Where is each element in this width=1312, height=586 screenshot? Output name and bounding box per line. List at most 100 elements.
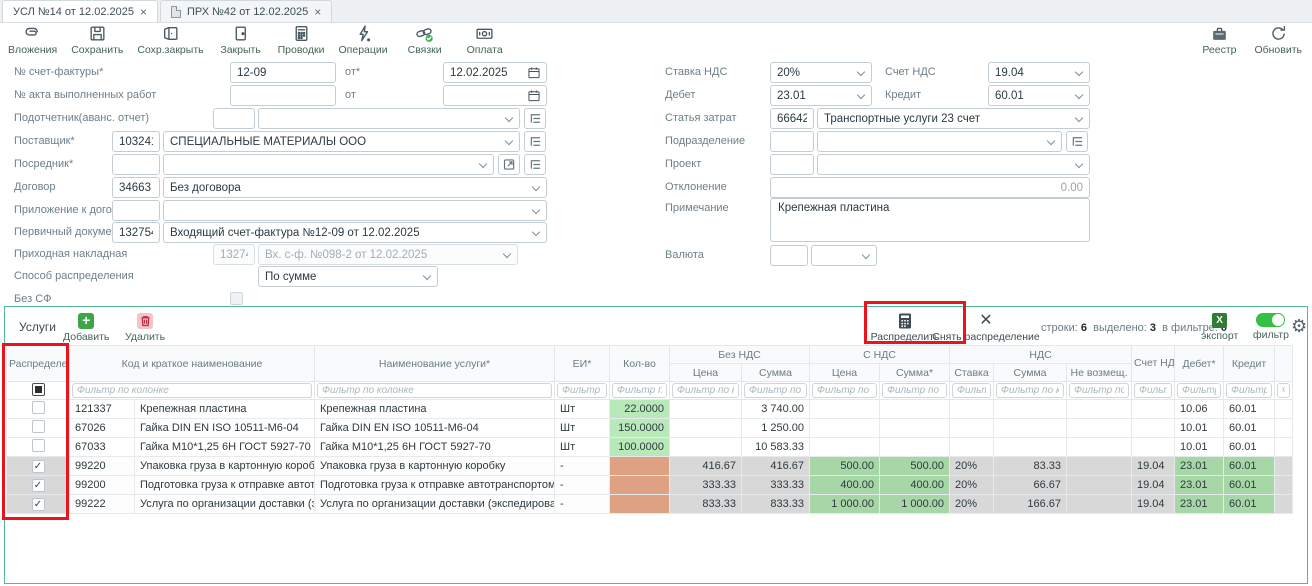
cell-code[interactable]: 99222: [70, 495, 135, 514]
cell-vat_sum[interactable]: [994, 400, 1067, 419]
cell-unit[interactable]: Шт: [555, 400, 610, 419]
cell-rate[interactable]: [950, 400, 994, 419]
column-filter-input[interactable]: [1177, 383, 1221, 398]
cell-sum_gross[interactable]: [880, 419, 950, 438]
cell-extra[interactable]: [1275, 495, 1293, 514]
project-code-input[interactable]: [770, 154, 814, 175]
cell-sum_gross[interactable]: [880, 438, 950, 457]
cell-sum_gross[interactable]: 1 000.00: [880, 495, 950, 514]
cell-qty[interactable]: 100.0000: [610, 438, 670, 457]
cell-sum_net[interactable]: 3 740.00: [742, 400, 810, 419]
cell-rate[interactable]: 20%: [950, 495, 994, 514]
department-code-input[interactable]: [770, 131, 814, 152]
row-checkbox[interactable]: ✓: [32, 498, 45, 511]
close-button[interactable]: Закрыть: [218, 24, 264, 57]
cell-extra[interactable]: [1275, 419, 1293, 438]
cell-qty[interactable]: [610, 457, 670, 476]
cell-check[interactable]: ✓: [7, 476, 70, 495]
cell-extra[interactable]: [1275, 476, 1293, 495]
column-filter-input[interactable]: [1226, 383, 1272, 398]
add-row-button[interactable]: + Добавить: [63, 313, 109, 343]
cell-check[interactable]: ✓: [7, 495, 70, 514]
cell-non_refund[interactable]: [1067, 419, 1132, 438]
sub-header-1-0[interactable]: Цена: [810, 364, 880, 382]
cell-sum_gross[interactable]: [880, 400, 950, 419]
cell-sum_net[interactable]: 416.67: [742, 457, 810, 476]
cell-price_gross[interactable]: 400.00: [810, 476, 880, 495]
cell-sum_net[interactable]: 10 583.33: [742, 438, 810, 457]
sub-header-0-1[interactable]: Сумма: [742, 364, 810, 382]
cell-credit[interactable]: 60.01: [1224, 419, 1275, 438]
cell-unit[interactable]: -: [555, 495, 610, 514]
export-button[interactable]: X экспорт: [1201, 313, 1238, 342]
save-close-button[interactable]: Сохр.закрыть: [137, 24, 203, 57]
col-header-credit[interactable]: Кредит: [1224, 346, 1275, 382]
cell-short_name[interactable]: Гайка DIN EN ISO 10511-M6-04: [135, 419, 315, 438]
column-filter-input[interactable]: [952, 383, 991, 398]
column-filter-input[interactable]: [882, 383, 947, 398]
cell-short_name[interactable]: Гайка M10*1,25 6Н ГОСТ 5927-70: [135, 438, 315, 457]
cell-code[interactable]: 99200: [70, 476, 135, 495]
cell-non_refund[interactable]: [1067, 476, 1132, 495]
tab-close-icon[interactable]: ×: [140, 6, 147, 18]
tab-close-icon[interactable]: ×: [314, 6, 321, 18]
cell-credit[interactable]: 60.01: [1224, 495, 1275, 514]
column-filter-input[interactable]: [612, 383, 667, 398]
cell-short_name[interactable]: Услуга по организации доставки (экспеди.…: [135, 495, 315, 514]
cell-vat_account[interactable]: [1132, 438, 1175, 457]
table-row[interactable]: 67033Гайка M10*1,25 6Н ГОСТ 5927-70Гайка…: [7, 438, 1293, 457]
vat-rate-select[interactable]: 20%: [770, 62, 872, 83]
delete-row-button[interactable]: Удалить: [125, 313, 165, 343]
cost-item-select[interactable]: Транспортные услуги 23 счет: [817, 108, 1090, 129]
cell-debit[interactable]: 10.01: [1175, 419, 1224, 438]
no-sf-checkbox[interactable]: [230, 292, 243, 305]
table-row[interactable]: 67026Гайка DIN EN ISO 10511-M6-04Гайка D…: [7, 419, 1293, 438]
col-header-service-name[interactable]: Наименование услуги*: [315, 346, 555, 382]
gear-icon[interactable]: ⚙: [1291, 317, 1307, 335]
cell-rate[interactable]: 20%: [950, 476, 994, 495]
cell-vat_account[interactable]: 19.04: [1132, 476, 1175, 495]
cell-rate[interactable]: 20%: [950, 457, 994, 476]
vat-account-select[interactable]: 19.04: [988, 62, 1090, 83]
table-row[interactable]: ✓99200Подготовка груза к отправке автотр…: [7, 476, 1293, 495]
department-select[interactable]: [817, 131, 1062, 152]
col-header-code-name[interactable]: Код и краткое наименование: [70, 346, 315, 382]
cell-sum_net[interactable]: 833.33: [742, 495, 810, 514]
cell-check[interactable]: ✓: [7, 457, 70, 476]
cell-debit[interactable]: 23.01: [1175, 457, 1224, 476]
col-header-extra[interactable]: [1275, 346, 1293, 382]
cell-rate[interactable]: [950, 438, 994, 457]
cell-service_name[interactable]: Гайка DIN EN ISO 10511-M6-04: [315, 419, 555, 438]
select-all-checkbox[interactable]: [32, 383, 45, 396]
distribution-method-select[interactable]: По сумме: [258, 266, 438, 287]
cell-service_name[interactable]: Услуга по организации доставки (экспедир…: [315, 495, 555, 514]
column-filter-input[interactable]: [1069, 383, 1129, 398]
row-checkbox[interactable]: [32, 439, 45, 452]
cell-unit[interactable]: Шт: [555, 419, 610, 438]
tab-prh-document[interactable]: ПРХ №42 от 12.02.2025 ×: [160, 0, 332, 22]
table-row[interactable]: 121337Крепежная пластинаКрепежная пласти…: [7, 400, 1293, 419]
cell-qty[interactable]: 22.0000: [610, 400, 670, 419]
row-checkbox[interactable]: [32, 420, 45, 433]
cell-credit[interactable]: 60.01: [1224, 438, 1275, 457]
col-header-debit[interactable]: Дебет*: [1175, 346, 1224, 382]
cell-credit[interactable]: 60.01: [1224, 476, 1275, 495]
col-header-qty[interactable]: Кол-во: [610, 346, 670, 382]
cell-price_gross[interactable]: 1 000.00: [810, 495, 880, 514]
row-checkbox[interactable]: ✓: [32, 479, 45, 492]
cell-sum_gross[interactable]: 400.00: [880, 476, 950, 495]
col-header-unit[interactable]: ЕИ*: [555, 346, 610, 382]
cell-price_net[interactable]: 833.33: [670, 495, 742, 514]
column-filter-input[interactable]: [744, 383, 807, 398]
table-row[interactable]: ✓99220Упаковка груза в картонную коробку…: [7, 457, 1293, 476]
save-button[interactable]: Сохранить: [71, 24, 123, 57]
cell-qty[interactable]: [610, 495, 670, 514]
cell-vat_sum[interactable]: [994, 438, 1067, 457]
undistribute-button[interactable]: ✕ Снять распределение: [943, 313, 1029, 343]
sub-header-1-1[interactable]: Сумма*: [880, 364, 950, 382]
cell-service_name[interactable]: Крепежная пластина: [315, 400, 555, 419]
attachments-button[interactable]: Вложения: [8, 24, 57, 57]
cell-sum_gross[interactable]: 500.00: [880, 457, 950, 476]
cell-vat_account[interactable]: [1132, 400, 1175, 419]
cell-non_refund[interactable]: [1067, 438, 1132, 457]
